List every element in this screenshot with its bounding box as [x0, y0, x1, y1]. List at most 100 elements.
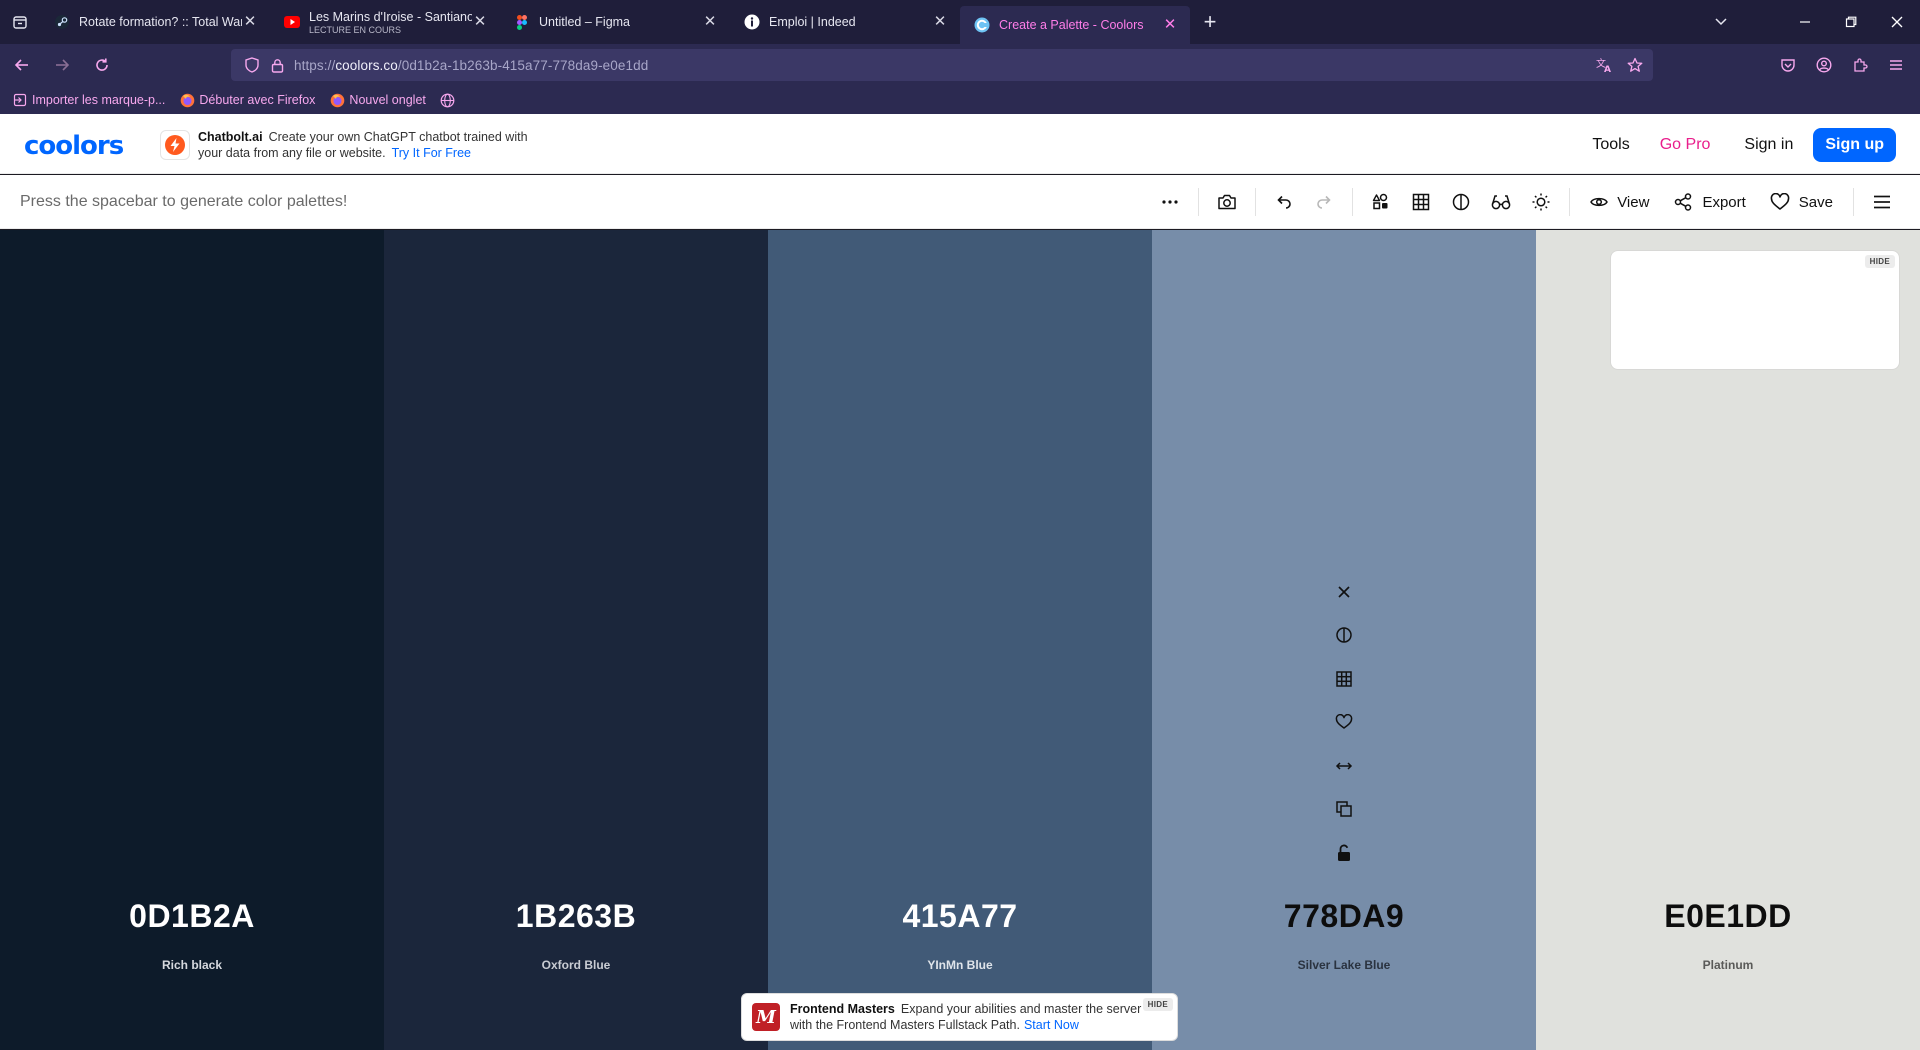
account-icon[interactable] [1806, 47, 1842, 83]
restore-icon[interactable] [1828, 0, 1874, 44]
eye-icon [1590, 197, 1609, 207]
tab-title: Untitled – Figma [539, 15, 631, 29]
shades-contrast-icon[interactable] [1324, 614, 1364, 658]
browser-tab[interactable]: Untitled – Figma ✕ [500, 0, 730, 44]
site-header: coolors Chatbolt.ai Create your own ChatG… [0, 114, 1920, 174]
sponsor-ad[interactable]: Chatbolt.ai Create your own ChatGPT chatb… [160, 129, 538, 161]
shield-icon[interactable] [245, 57, 259, 73]
lock-icon[interactable] [271, 58, 284, 73]
coolors-icon [974, 17, 990, 33]
browser-tab[interactable]: Les Marins d'Iroise - Santiano (Extrait)… [270, 0, 500, 44]
color-swatch[interactable]: 0D1B2A Rich black [0, 230, 384, 1050]
hex-code[interactable]: E0E1DD [1536, 898, 1920, 935]
contrast-icon[interactable] [1441, 182, 1481, 222]
color-blindness-glasses-icon[interactable] [1481, 182, 1521, 222]
extensions-icon[interactable] [1842, 47, 1878, 83]
firefox-icon [329, 92, 345, 108]
indeed-icon [744, 14, 760, 30]
color-name[interactable]: Platinum [1536, 958, 1920, 972]
color-name[interactable]: Rich black [0, 958, 384, 972]
tab-close-icon[interactable]: ✕ [702, 14, 718, 30]
tab-title: Create a Palette - Coolors [999, 18, 1144, 32]
share-icon [1675, 193, 1692, 211]
go-pro-link[interactable]: Go Pro [1660, 136, 1711, 154]
svg-text:A: A [1604, 65, 1611, 73]
ad-card: HIDE [1610, 250, 1900, 370]
menu-icon[interactable] [1878, 47, 1914, 83]
back-icon[interactable] [4, 47, 40, 83]
unlock-icon[interactable] [1324, 831, 1364, 875]
close-window-icon[interactable] [1874, 0, 1920, 44]
shapes-icon[interactable] [1361, 182, 1401, 222]
color-swatch[interactable]: 778DA9 Silver Lake Blue [1152, 230, 1536, 1050]
brightness-sun-icon[interactable] [1521, 182, 1561, 222]
tab-list-icon[interactable] [0, 0, 40, 44]
browser-tab-active[interactable]: Create a Palette - Coolors ✕ [960, 6, 1190, 44]
hex-code[interactable]: 1B263B [384, 898, 768, 935]
tab-subtitle: LECTURE EN COURS [309, 24, 402, 35]
browser-tab[interactable]: Rotate formation? :: Total War: WARHAMME… [40, 0, 270, 44]
youtube-icon [284, 14, 300, 30]
export-button[interactable]: Export [1673, 192, 1746, 212]
import-icon [12, 92, 28, 108]
sign-in-link[interactable]: Sign in [1744, 136, 1793, 154]
drag-arrows-icon[interactable] [1324, 744, 1364, 788]
chevron-down-icon[interactable] [1712, 12, 1730, 30]
more-options-icon[interactable] [1150, 182, 1190, 222]
copy-hex-icon[interactable] [1324, 788, 1364, 832]
hex-code[interactable]: 0D1B2A [0, 898, 384, 935]
bookmark-item[interactable]: Importer les marque-p... [12, 92, 165, 108]
bookmark-label: Débuter avec Firefox [199, 93, 316, 107]
tab-close-icon[interactable]: ✕ [932, 14, 948, 30]
ad-brand: Chatbolt.ai [198, 130, 263, 144]
ad-cta-link[interactable]: Start Now [1024, 1018, 1079, 1032]
bookmark-label: Nouvel onglet [349, 93, 426, 107]
view-shades-grid-icon[interactable] [1324, 657, 1364, 701]
url-text[interactable]: https://coolors.co/0d1b2a-1b263b-415a77-… [294, 58, 648, 73]
bookmark-item[interactable]: Débuter avec Firefox [179, 92, 315, 108]
bookmarks-bar: Importer les marque-p... Débuter avec Fi… [0, 86, 1920, 114]
color-name[interactable]: Oxford Blue [384, 958, 768, 972]
tab-close-icon[interactable]: ✕ [472, 14, 488, 30]
reload-icon[interactable] [84, 47, 120, 83]
color-swatch[interactable]: 1B263B Oxford Blue [384, 230, 768, 1050]
address-bar[interactable]: https://coolors.co/0d1b2a-1b263b-415a77-… [231, 49, 1653, 81]
swatch-tools [1324, 570, 1364, 875]
hide-ad-button[interactable]: HIDE [1142, 998, 1173, 1011]
coolors-logo[interactable]: coolors [24, 131, 124, 161]
pocket-icon[interactable] [1770, 47, 1806, 83]
browser-tab[interactable]: Emploi | Indeed ✕ [730, 0, 960, 44]
favorite-heart-icon[interactable] [1324, 701, 1364, 745]
save-button[interactable]: Save [1770, 193, 1833, 211]
ad-cta-link[interactable]: Try It For Free [392, 146, 471, 160]
new-tab-button[interactable]: + [1190, 0, 1230, 44]
minimize-icon[interactable] [1782, 0, 1828, 44]
bookmark-item[interactable]: Nouvel onglet [329, 92, 426, 108]
firefox-icon [179, 92, 195, 108]
hex-code[interactable]: 778DA9 [1152, 898, 1536, 935]
tab-close-icon[interactable]: ✕ [1162, 17, 1178, 33]
undo-icon[interactable] [1264, 182, 1304, 222]
tab-title: Les Marins d'Iroise - Santiano (Extrait) [309, 9, 472, 24]
color-swatch[interactable]: 415A77 YInMn Blue [768, 230, 1152, 1050]
sign-up-button[interactable]: Sign up [1813, 128, 1896, 162]
hamburger-menu-icon[interactable] [1862, 182, 1902, 222]
tools-link[interactable]: Tools [1592, 136, 1629, 154]
forward-icon[interactable] [44, 47, 80, 83]
camera-icon[interactable] [1207, 182, 1247, 222]
view-button[interactable]: View [1590, 193, 1649, 211]
bookmark-star-icon[interactable] [1627, 57, 1643, 73]
frontend-masters-ad[interactable]: M Frontend Masters Expand your abilities … [741, 993, 1178, 1041]
tab-close-icon[interactable]: ✕ [242, 14, 258, 30]
browser-nav-bar: https://coolors.co/0d1b2a-1b263b-415a77-… [0, 44, 1920, 86]
remove-color-icon[interactable] [1324, 570, 1364, 614]
color-name[interactable]: YInMn Blue [768, 958, 1152, 972]
bookmark-item[interactable] [440, 92, 460, 108]
spacebar-hint: Press the spacebar to generate color pal… [20, 193, 348, 210]
color-name[interactable]: Silver Lake Blue [1152, 958, 1536, 972]
hex-code[interactable]: 415A77 [768, 898, 1152, 935]
grid-icon[interactable] [1401, 182, 1441, 222]
hide-ad-button[interactable]: HIDE [1864, 255, 1895, 268]
translate-icon[interactable]: 文A [1596, 57, 1613, 73]
redo-icon[interactable] [1304, 182, 1344, 222]
